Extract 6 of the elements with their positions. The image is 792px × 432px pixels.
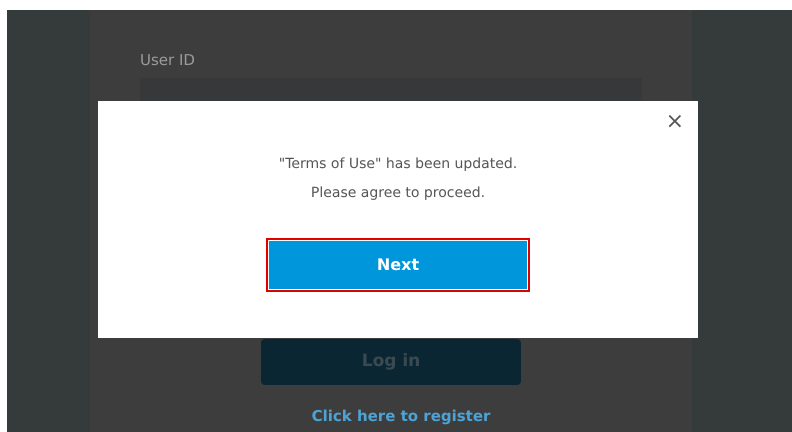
field-label: User ID: [140, 50, 196, 70]
dialog-message: Please agree to proceed.: [310, 184, 486, 203]
close-button[interactable]: ×: [666, 109, 684, 135]
dialog-message: "Terms of Use" has been updated.: [278, 155, 518, 174]
register-link[interactable]: Click here to register: [312, 405, 490, 428]
next-button[interactable]: Next: [266, 238, 530, 292]
